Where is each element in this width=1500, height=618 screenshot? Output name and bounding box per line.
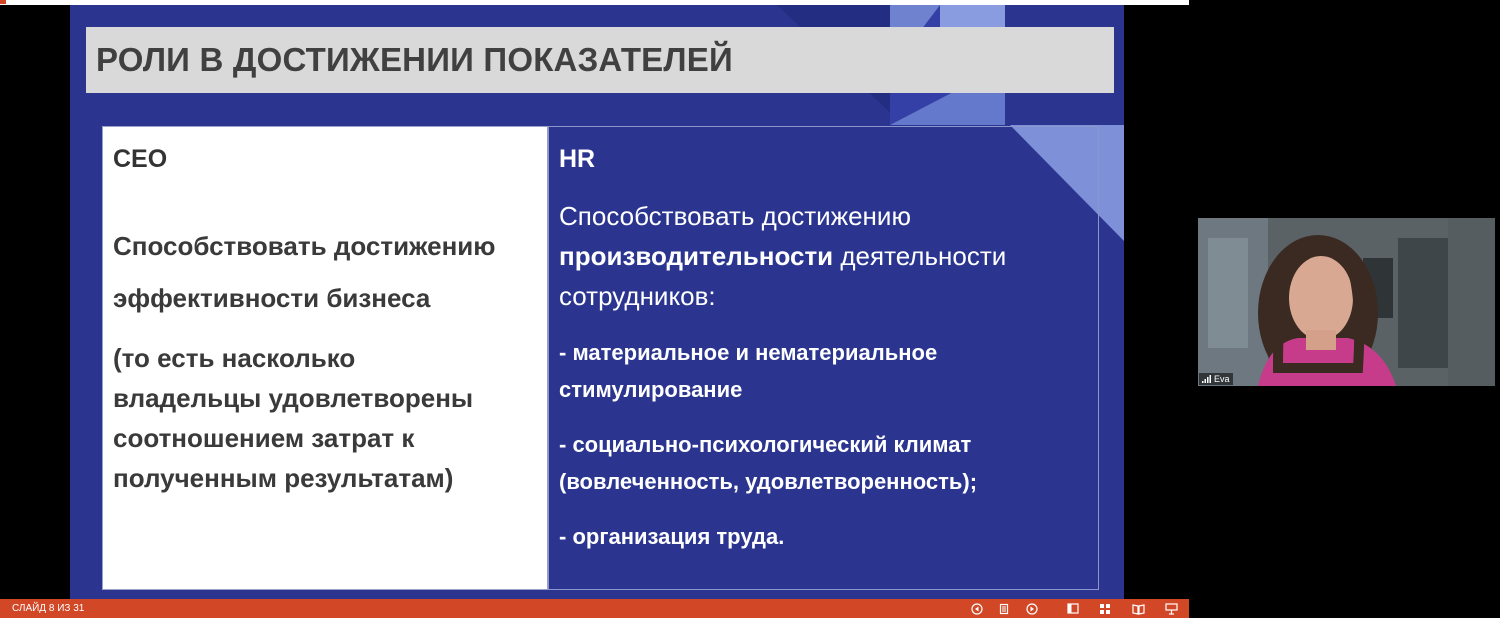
presentation-slide: РОЛИ В ДОСТИЖЕНИИ ПОКАЗАТЕЛЕЙ CEO Способ… [70,5,1124,599]
signal-bars-icon [1202,375,1211,383]
participant-video[interactable] [1198,218,1495,386]
ceo-main-text: Способствовать достижению эффективности … [113,220,537,324]
slide-counter: СЛАЙД 8 ИЗ 31 [12,603,85,614]
hr-intro-rest: деятельности [833,241,1007,271]
hr-bullet-line: (вовлеченность, удовлетворенность); [559,469,978,494]
hr-intro-line: Способствовать достижению [559,201,911,231]
ceo-main-line: Способствовать достижению [113,231,496,261]
hr-bullet-line: - материальное и нематериальное [559,340,938,365]
ceo-note-text: (то есть насколько владельцы удовлетворе… [113,338,537,498]
ceo-heading: CEO [113,145,168,173]
hr-intro-line: производительности деятельности [559,236,1088,276]
notes-icon[interactable] [997,602,1011,615]
hr-bullet-labor: - организация труда. [559,518,1088,555]
ceo-column: CEO Способствовать достижению эффективно… [102,126,548,590]
ceo-note-line: (то есть насколько [113,343,356,373]
next-slide-icon[interactable] [1025,602,1039,615]
previous-slide-icon[interactable] [970,602,984,615]
slide-title: РОЛИ В ДОСТИЖЕНИИ ПОКАЗАТЕЛЕЙ [96,41,733,78]
hr-column: HR Способствовать достижению производите… [548,126,1099,590]
ceo-note-line: соотношением затрат к [113,423,415,453]
hr-bullet-line: - социально-психологический климат [559,432,972,457]
slide-sorter-icon[interactable] [1098,602,1112,615]
app-icon [0,0,6,4]
slideshow-icon[interactable] [1164,602,1178,615]
slide-title-bar: РОЛИ В ДОСТИЖЕНИИ ПОКАЗАТЕЛЕЙ [86,27,1114,93]
ceo-main-line: эффективности бизнеса [113,283,431,313]
hr-heading: HR [559,145,596,173]
hr-bullet-climate: - социально-психологический климат (вовл… [559,426,1088,500]
hr-bullet-incentives: - материальное и нематериальное стимулир… [559,334,1088,408]
hr-bullet-line: - организация труда. [559,524,785,549]
ceo-note-line: владельцы удовлетворены [113,383,474,413]
reading-view-icon[interactable] [1131,602,1145,615]
participant-video-image [1198,218,1495,386]
ceo-note-line: полученным результатам) [113,463,454,493]
participant-name-tag: Eva [1199,373,1233,385]
normal-view-icon[interactable] [1066,602,1080,615]
hr-intro-line: сотрудников: [559,281,716,311]
hr-intro-text: Способствовать достижению производительн… [559,196,1088,316]
participant-name: Eva [1214,374,1230,384]
slide-viewport: РОЛИ В ДОСТИЖЕНИИ ПОКАЗАТЕЛЕЙ CEO Способ… [0,5,1189,599]
hr-intro-bold: производительности [559,241,834,271]
presentation-status-bar: СЛАЙД 8 ИЗ 31 [0,599,1189,618]
hr-bullet-line: стимулирование [559,377,743,402]
